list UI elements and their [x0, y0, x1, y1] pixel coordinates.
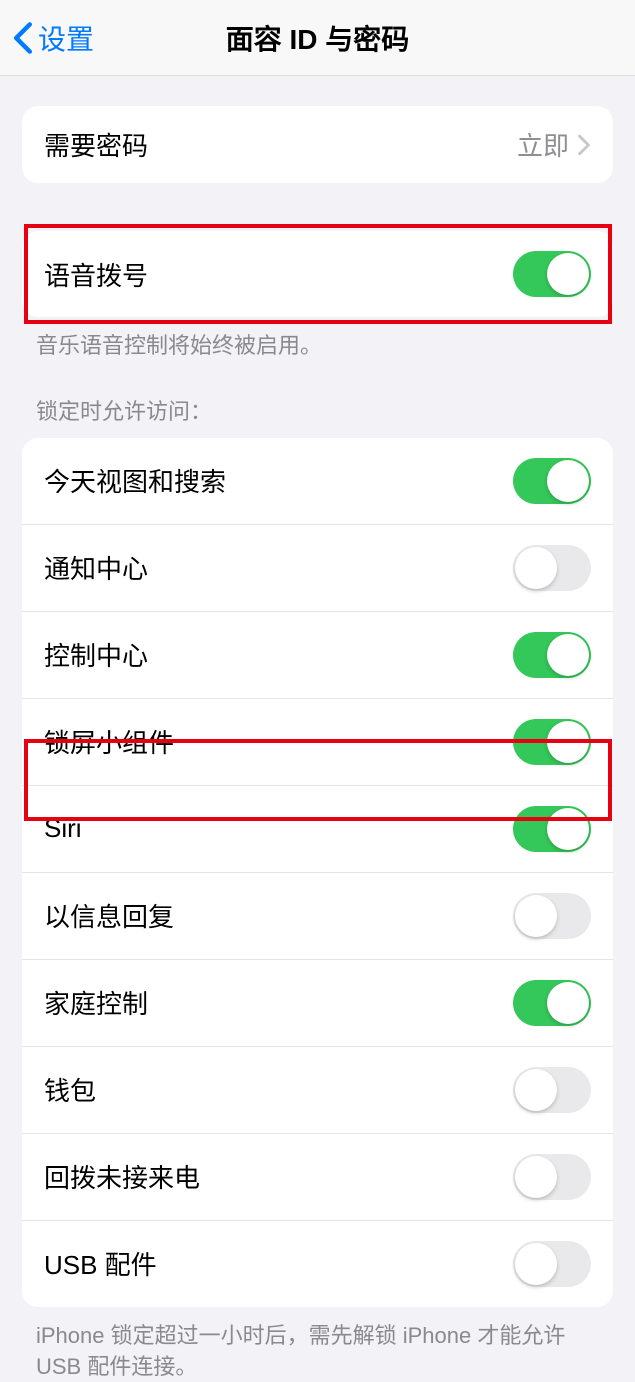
lock-access-label: 回拨未接来电: [44, 1158, 200, 1195]
require-passcode-value: 立即: [517, 126, 591, 163]
lock-access-row: USB 配件: [22, 1220, 613, 1307]
lock-access-toggle[interactable]: [513, 1241, 591, 1287]
lock-access-toggle[interactable]: [513, 806, 591, 852]
lock-access-label: 家庭控制: [44, 984, 148, 1021]
lock-access-label: 通知中心: [44, 549, 148, 586]
toggle-knob: [547, 721, 589, 763]
lock-access-toggle[interactable]: [513, 1154, 591, 1200]
toggle-knob: [515, 547, 557, 589]
navbar: 设置 面容 ID 与密码: [0, 0, 635, 76]
lock-access-row: 回拨未接来电: [22, 1133, 613, 1220]
lock-access-toggle[interactable]: [513, 893, 591, 939]
toggle-knob: [547, 634, 589, 676]
lock-access-row: 今天视图和搜索: [22, 438, 613, 524]
lock-access-header: 锁定时允许访问：: [36, 394, 599, 426]
voice-dial-label: 语音拨号: [44, 256, 148, 293]
voice-dial-toggle[interactable]: [513, 251, 591, 297]
lock-access-row: 以信息回复: [22, 872, 613, 959]
lock-access-row: 家庭控制: [22, 959, 613, 1046]
require-passcode-label: 需要密码: [44, 126, 148, 163]
lock-access-label: 钱包: [44, 1071, 96, 1108]
lock-access-toggle[interactable]: [513, 1067, 591, 1113]
lock-access-toggle[interactable]: [513, 632, 591, 678]
voice-dial-row: 语音拨号: [22, 231, 613, 317]
lock-access-row: Siri: [22, 785, 613, 872]
chevron-left-icon: [12, 21, 34, 55]
lock-access-toggle[interactable]: [513, 545, 591, 591]
lock-access-label: 锁屏小组件: [44, 723, 174, 760]
page-title: 面容 ID 与密码: [0, 18, 635, 58]
lock-access-row: 锁屏小组件: [22, 698, 613, 785]
lock-access-label: USB 配件: [44, 1245, 157, 1282]
lock-access-toggle[interactable]: [513, 719, 591, 765]
toggle-knob: [547, 460, 589, 502]
lock-access-label: 控制中心: [44, 636, 148, 673]
chevron-right-icon: [577, 134, 591, 156]
toggle-knob: [515, 1069, 557, 1111]
lock-access-footer: iPhone 锁定超过一小时后，需先解锁 iPhone 才能允许 USB 配件连…: [36, 1321, 599, 1382]
lock-access-label: Siri: [44, 813, 82, 844]
require-passcode-group: 需要密码 立即: [22, 106, 613, 183]
lock-access-row: 钱包: [22, 1046, 613, 1133]
toggle-knob: [547, 982, 589, 1024]
voice-dial-footer: 音乐语音控制将始终被启用。: [36, 331, 599, 362]
lock-access-toggle[interactable]: [513, 458, 591, 504]
require-passcode-row[interactable]: 需要密码 立即: [22, 106, 613, 183]
toggle-knob: [547, 253, 589, 295]
require-passcode-value-text: 立即: [517, 126, 569, 163]
lock-access-row: 通知中心: [22, 524, 613, 611]
voice-dial-group: 语音拨号: [22, 231, 613, 317]
lock-access-group: 今天视图和搜索通知中心控制中心锁屏小组件 Siri 以信息回复家庭控制钱包回拨未接来…: [22, 438, 613, 1307]
lock-access-toggle[interactable]: [513, 980, 591, 1026]
toggle-knob: [515, 1156, 557, 1198]
back-label: 设置: [38, 18, 94, 58]
lock-access-row: 控制中心: [22, 611, 613, 698]
lock-access-label: 以信息回复: [44, 897, 174, 934]
toggle-knob: [547, 808, 589, 850]
lock-access-label: 今天视图和搜索: [44, 462, 226, 499]
back-button[interactable]: 设置: [12, 18, 94, 58]
toggle-knob: [515, 895, 557, 937]
toggle-knob: [515, 1243, 557, 1285]
